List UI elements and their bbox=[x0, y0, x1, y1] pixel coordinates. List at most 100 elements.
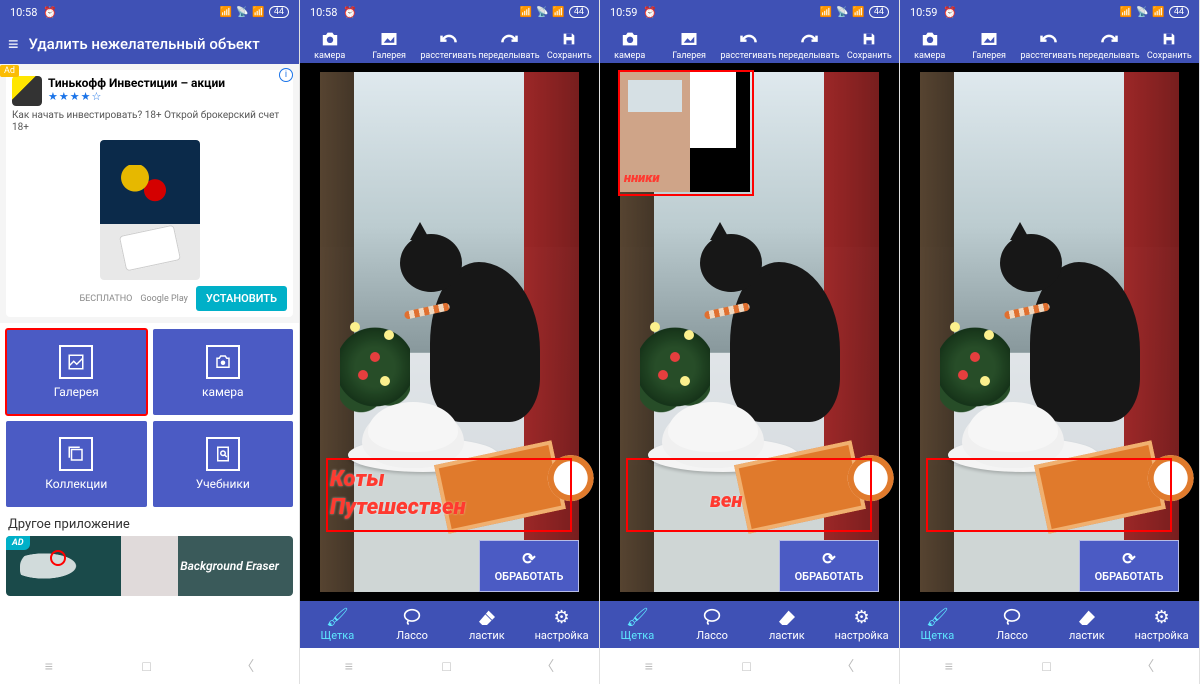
photo: вен нники ⟳ ОБРАБОТАТЬ bbox=[620, 72, 879, 592]
process-button[interactable]: ⟳ ОБРАБОТАТЬ bbox=[779, 540, 879, 592]
tile-gallery[interactable]: Галерея bbox=[6, 329, 147, 415]
app-title-bar: ≡ Удалить нежелательный объект bbox=[0, 24, 299, 64]
tool-lasso[interactable]: Лассо bbox=[375, 607, 450, 642]
alarm-icon: ⏰ bbox=[943, 6, 957, 19]
photo: Коты Путешествен ⟳ ОБРАБОТАТЬ bbox=[320, 72, 579, 592]
camera-icon bbox=[206, 345, 240, 379]
nav-back-icon[interactable]: 〈 bbox=[1140, 656, 1154, 676]
photo-cat bbox=[430, 262, 540, 422]
camera-icon bbox=[916, 28, 944, 50]
image-icon bbox=[59, 345, 93, 379]
process-icon: ⟳ bbox=[522, 549, 535, 568]
android-nav-bar: ≡ □ 〈 bbox=[600, 648, 899, 684]
editor-canvas[interactable]: вен нники ⟳ ОБРАБОТАТЬ bbox=[600, 63, 899, 601]
save-icon bbox=[1155, 28, 1183, 50]
wifi-icon: 📡 bbox=[836, 7, 848, 18]
undo-icon bbox=[735, 28, 763, 50]
alarm-icon: ⏰ bbox=[343, 6, 357, 19]
status-bar: 10:58 ⏰ 📶 📡 📶 44 bbox=[0, 0, 299, 24]
toolbar-camera[interactable]: камера bbox=[600, 28, 659, 61]
photo-cat bbox=[1030, 262, 1140, 422]
tool-settings[interactable]: ⚙настройка bbox=[1124, 607, 1199, 642]
nav-home-icon[interactable]: □ bbox=[142, 658, 150, 675]
gear-icon: ⚙ bbox=[1154, 607, 1170, 627]
battery-badge: 44 bbox=[269, 6, 289, 18]
editor-canvas[interactable]: Коты Путешествен ⟳ ОБРАБОТАТЬ bbox=[300, 63, 599, 601]
alarm-icon: ⏰ bbox=[643, 6, 657, 19]
nav-back-icon[interactable]: 〈 bbox=[840, 656, 854, 676]
ad-card[interactable]: Тинькофф Инвестиции – акции ★★★★☆ Как на… bbox=[6, 70, 293, 317]
battery-badge: 44 bbox=[569, 6, 589, 18]
tile-collections[interactable]: Коллекции bbox=[6, 421, 147, 507]
tile-camera[interactable]: камера bbox=[153, 329, 294, 415]
tool-settings[interactable]: ⚙настройка bbox=[824, 607, 899, 642]
toolbar-undo[interactable]: расстегивать bbox=[1019, 28, 1078, 61]
photo: ⟳ ОБРАБОТАТЬ bbox=[920, 72, 1179, 592]
other-app-banner[interactable]: AD Background Eraser bbox=[6, 536, 293, 596]
eraser-icon bbox=[777, 607, 797, 627]
nav-recent-icon[interactable]: ≡ bbox=[45, 658, 53, 675]
ad-price-label: БЕСПЛАТНО bbox=[80, 294, 133, 304]
nav-home-icon[interactable]: □ bbox=[742, 658, 750, 675]
process-button[interactable]: ⟳ ОБРАБОТАТЬ bbox=[1079, 540, 1179, 592]
nav-home-icon[interactable]: □ bbox=[442, 658, 450, 675]
toolbar-redo[interactable]: переделывать bbox=[478, 28, 539, 61]
signal2-icon: 📶 bbox=[252, 7, 264, 18]
toolbar-camera[interactable]: камера bbox=[900, 28, 959, 61]
eraser-icon bbox=[1077, 607, 1097, 627]
status-time: 10:58 bbox=[10, 6, 37, 19]
screen-editor-after: 10:59 ⏰ 📶 📡 📶 44 камера Галерея расстеги… bbox=[900, 0, 1200, 684]
toolbar-save[interactable]: Сохранить bbox=[1140, 28, 1199, 61]
tool-brush[interactable]: 🖌Щетка bbox=[600, 607, 675, 642]
nav-recent-icon[interactable]: ≡ bbox=[645, 658, 653, 675]
nav-recent-icon[interactable]: ≡ bbox=[945, 658, 953, 675]
toolbar-redo[interactable]: переделывать bbox=[778, 28, 839, 61]
toolbar-undo[interactable]: расстегивать bbox=[419, 28, 478, 61]
tile-label: Учебники bbox=[196, 477, 250, 491]
status-bar: 10:59 ⏰ 📶 📡 📶 44 bbox=[600, 0, 899, 24]
screen-editor-before: 10:58 ⏰ 📶 📡 📶 44 камера Галерея расстеги… bbox=[300, 0, 600, 684]
tile-tutorials[interactable]: Учебники bbox=[153, 421, 294, 507]
toolbar-save[interactable]: Сохранить bbox=[840, 28, 899, 61]
tool-brush[interactable]: 🖌 Щетка bbox=[300, 607, 375, 642]
toolbar-gallery[interactable]: Галерея bbox=[659, 28, 718, 61]
install-button[interactable]: УСТАНОВИТЬ bbox=[196, 286, 287, 311]
toolbar-redo[interactable]: переделывать bbox=[1078, 28, 1139, 61]
gear-icon: ⚙ bbox=[854, 607, 870, 627]
menu-icon[interactable]: ≡ bbox=[8, 34, 19, 55]
toolbar-save[interactable]: Сохранить bbox=[540, 28, 599, 61]
toolbar-camera[interactable]: камера bbox=[300, 28, 359, 61]
editor-canvas[interactable]: ⟳ ОБРАБОТАТЬ bbox=[900, 63, 1199, 601]
tool-settings[interactable]: ⚙ настройка bbox=[524, 607, 599, 642]
wifi-icon: 📡 bbox=[536, 7, 548, 18]
tool-brush[interactable]: 🖌Щетка bbox=[900, 607, 975, 642]
photo-cup bbox=[368, 402, 458, 452]
editor-toolbar: камера Галерея расстегивать переделывать… bbox=[900, 24, 1199, 63]
toolbar-undo[interactable]: расстегивать bbox=[719, 28, 778, 61]
ad-description: Как начать инвестировать? 18+ Открой бро… bbox=[12, 110, 287, 134]
highlight-result bbox=[926, 458, 1172, 532]
tool-eraser[interactable]: ластик bbox=[450, 607, 525, 642]
highlight-process bbox=[626, 458, 872, 532]
brush-icon: 🖌 bbox=[326, 607, 349, 627]
nav-home-icon[interactable]: □ bbox=[1042, 658, 1050, 675]
tool-eraser[interactable]: ластик bbox=[1050, 607, 1125, 642]
tool-lasso[interactable]: Лассо bbox=[975, 607, 1050, 642]
toolbar-gallery[interactable]: Галерея bbox=[959, 28, 1018, 61]
toolbar-gallery[interactable]: Галерея bbox=[359, 28, 418, 61]
signal-icon: 📶 bbox=[520, 7, 532, 18]
nav-recent-icon[interactable]: ≡ bbox=[345, 658, 353, 675]
status-time: 10:58 bbox=[310, 6, 337, 19]
tool-lasso[interactable]: Лассо bbox=[675, 607, 750, 642]
lasso-icon bbox=[1002, 607, 1022, 627]
tool-eraser[interactable]: ластик bbox=[750, 607, 825, 642]
nav-back-icon[interactable]: 〈 bbox=[240, 656, 254, 676]
redo-icon bbox=[795, 28, 823, 50]
ad-info-icon[interactable]: i bbox=[279, 68, 293, 82]
battery-badge: 44 bbox=[869, 6, 889, 18]
process-button[interactable]: ⟳ ОБРАБОТАТЬ bbox=[479, 540, 579, 592]
save-icon bbox=[855, 28, 883, 50]
nav-back-icon[interactable]: 〈 bbox=[540, 656, 554, 676]
highlight-thumb bbox=[618, 70, 754, 196]
camera-icon bbox=[616, 28, 644, 50]
